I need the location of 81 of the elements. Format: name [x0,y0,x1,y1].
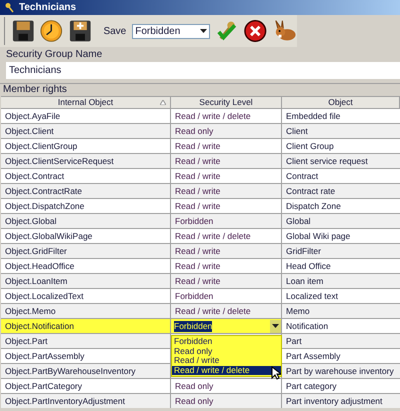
table-cell: Object.Memo [1,304,171,318]
table-cell: Read / write [171,154,282,168]
table-cell: Part inventory adjustment [282,394,400,408]
table-cell: Read / write [171,169,282,183]
table-cell: Object.Client [1,124,171,138]
table-cell: Read / write [171,259,282,273]
table-cell: Part category [282,379,400,393]
dropdown-option[interactable]: Read only [172,346,281,356]
table-cell: Embedded file [282,109,400,123]
dropdown-option[interactable]: Forbidden [172,337,281,346]
close-icon[interactable] [244,19,267,43]
section-title: Member rights [2,84,68,96]
table-cell: Object.PartInventoryAdjustment [1,394,171,408]
table-cell: Part Assembly [282,349,400,363]
table-cell: Global Wiki page [282,229,400,243]
table-cell: Dispatch Zone [282,199,400,213]
table-cell: Object.PartAssembly [1,349,171,363]
table-cell: Global [282,214,400,228]
table-cell: Client [282,124,400,138]
dropdown-option[interactable]: Read / write [172,356,281,366]
table-cell: Object.HeadOffice [1,259,171,273]
table-cell: Object.GlobalWikiPage [1,229,171,243]
table-cell: Contract rate [282,184,400,198]
group-name-label: Security Group Name [6,49,104,60]
column-header[interactable]: Internal Object [1,97,171,108]
save-icon[interactable] [12,19,34,43]
table-cell: Read only [171,124,282,138]
mouse-pointer-icon [271,366,281,380]
key-icon [4,2,15,13]
window-title: Technicians [19,1,76,15]
save-label: Save [103,24,126,38]
dropdown-arrow-icon [200,29,207,33]
table-cell: Forbidden [171,214,282,228]
table-cell: Read / write [171,184,282,198]
table-cell: Read / write [171,199,282,213]
table-cell: Object.ClientServiceRequest [1,154,171,168]
table-cell: Object.LocalizedText [1,289,171,303]
table-cell: Head Office [282,259,400,273]
table-cell: Forbidden [171,289,282,303]
table-cell: GridFilter [282,244,400,258]
table-cell: Object.Contract [1,169,171,183]
sort-arrow-icon [160,100,166,105]
rabbit-icon[interactable] [272,19,298,43]
table-cell: Part [282,334,400,348]
table-cell: Contract [282,169,400,183]
clock-icon[interactable] [40,19,63,43]
table-cell: Object.LoanItem [1,274,171,288]
table-cell: Read only [171,394,282,408]
table-cell: Read only [171,379,282,393]
column-header[interactable]: Security Level [171,97,282,108]
table-cell: Read / write [171,244,282,258]
dropdown-option[interactable]: Read / write / delete [172,366,281,375]
table-cell: Client service request [282,154,400,168]
table-cell: Read / write [171,139,282,153]
table-cell: Part by warehouse inventory [282,364,400,378]
table-cell: Object.ClientGroup [1,139,171,153]
table-cell: Object.ContractRate [1,184,171,198]
table-cell: Object.AyaFile [1,109,171,123]
table-cell: Object.GridFilter [1,244,171,258]
group-name-field[interactable]: Technicians [6,62,400,79]
table-cell: Object.PartCategory [1,379,171,393]
table-cell: Object.Part [1,334,171,348]
level-dropdown[interactable]: Forbidden [171,319,282,333]
table-cell: Localized text [282,289,400,303]
table-cell: Loan item [282,274,400,288]
table-cell: Read / write / delete [171,229,282,243]
table-cell: Read / write [171,274,282,288]
table-cell: Notification [282,319,400,333]
table-cell: Object.DispatchZone [1,199,171,213]
key-check-icon[interactable] [216,19,238,43]
grip-icon[interactable] [3,17,6,45]
table-cell: Read / write / delete [171,304,282,318]
table-cell: Object.PartByWarehouseInventory [1,364,171,378]
table-cell: Object.Notification [1,319,171,333]
table-cell: Read / write / delete [171,109,282,123]
table-cell: Memo [282,304,400,318]
column-header[interactable]: Object [282,97,400,108]
save-new-icon[interactable] [68,19,92,43]
save-dropdown[interactable]: Forbidden [132,24,210,38]
table-cell: Client Group [282,139,400,153]
table-cell: Object.Global [1,214,171,228]
